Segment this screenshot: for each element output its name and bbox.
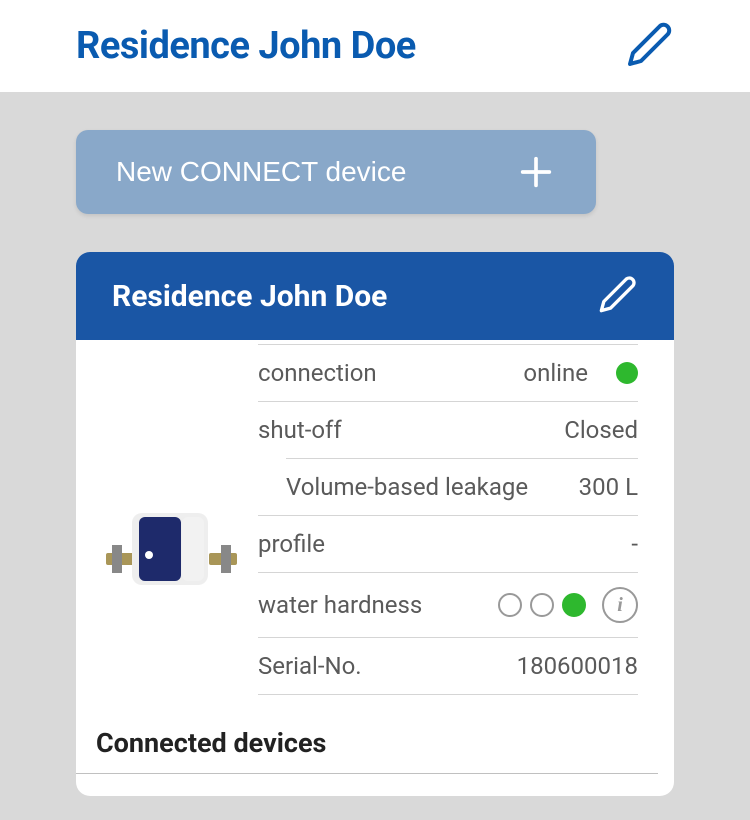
new-device-label: New CONNECT device: [116, 156, 406, 188]
hardness-dot-filled-icon: [562, 593, 586, 617]
device-card-header: Residence John Doe: [76, 252, 674, 340]
hardness-dot-empty-icon: [530, 593, 554, 617]
connection-status-text: online: [523, 359, 588, 387]
page-header: Residence John Doe: [0, 0, 750, 92]
detail-label: profile: [258, 530, 325, 558]
info-icon: i: [617, 594, 623, 617]
device-card: Residence John Doe: [76, 252, 674, 796]
detail-value: -: [631, 530, 638, 558]
plus-icon: [516, 152, 556, 192]
detail-value: Closed: [564, 416, 638, 444]
device-details: connection online shut-off Closed Volume…: [258, 344, 638, 695]
detail-row-connection: connection online: [258, 344, 638, 401]
detail-label: shut-off: [258, 416, 342, 444]
status-dot-icon: [616, 362, 638, 384]
device-illustration: [104, 505, 239, 605]
detail-label: Serial-No.: [258, 652, 362, 680]
detail-row-serial: Serial-No. 180600018: [258, 637, 638, 695]
connected-devices-heading: Connected devices: [76, 719, 658, 774]
hardness-indicator: i: [498, 587, 638, 623]
detail-value: 300 L: [579, 473, 638, 501]
device-image: [96, 344, 246, 695]
detail-row-profile: profile -: [258, 515, 638, 572]
detail-row-shutoff: shut-off Closed: [258, 401, 638, 458]
detail-value: online: [523, 359, 638, 387]
hardness-dot-empty-icon: [498, 593, 522, 617]
detail-value: 180600018: [517, 652, 638, 680]
content-area: New CONNECT device Residence John Doe: [0, 92, 750, 820]
hardness-info-button[interactable]: i: [602, 587, 638, 623]
page-title: Residence John Doe: [76, 24, 416, 68]
device-card-body: connection online shut-off Closed Volume…: [76, 340, 674, 719]
detail-row-hardness: water hardness i: [258, 572, 638, 637]
detail-row-leakage: Volume-based leakage 300 L: [286, 458, 638, 515]
device-card-title: Residence John Doe: [112, 279, 387, 314]
detail-label: water hardness: [258, 591, 422, 619]
edit-card-button[interactable]: [598, 274, 638, 318]
edit-title-button[interactable]: [626, 20, 674, 72]
pencil-icon: [598, 274, 638, 314]
detail-label: Volume-based leakage: [286, 473, 528, 501]
detail-label: connection: [258, 359, 377, 387]
pencil-icon: [626, 20, 674, 68]
new-connect-device-button[interactable]: New CONNECT device: [76, 130, 596, 214]
